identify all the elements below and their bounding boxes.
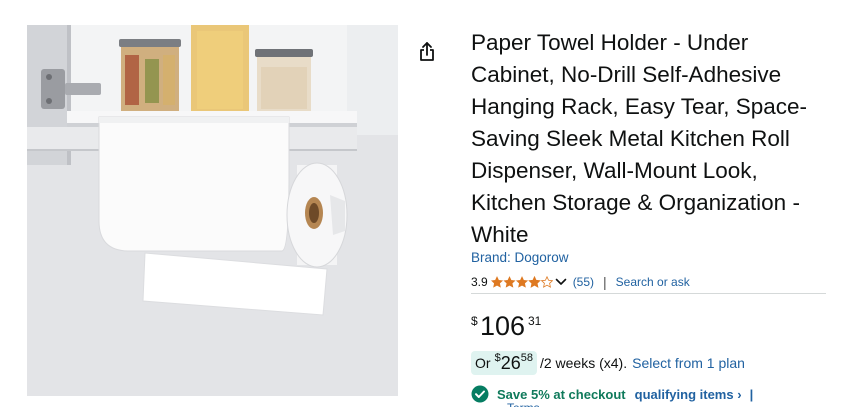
search-or-ask-link[interactable]: Search or ask bbox=[616, 275, 690, 289]
price-whole: 106 bbox=[480, 311, 526, 341]
product-image[interactable] bbox=[27, 25, 398, 396]
coupon-row: Save 5% at checkout qualifying items › | bbox=[471, 384, 753, 404]
check-circle-icon bbox=[471, 385, 489, 403]
chevron-right-icon: › bbox=[737, 386, 742, 402]
installment-badge: Or $ 26 58 bbox=[471, 351, 537, 375]
installment-prefix: Or bbox=[475, 355, 491, 371]
rating-count-link[interactable]: (55) bbox=[573, 275, 594, 289]
qualifying-items-label: qualifying items bbox=[634, 386, 734, 402]
share-icon bbox=[420, 42, 434, 61]
save-text: Save 5% at checkout bbox=[497, 386, 626, 402]
installment-row: Or $ 26 58 /2 weeks (x4). Select from 1 … bbox=[471, 351, 745, 375]
installment-fraction: 58 bbox=[520, 352, 533, 364]
separator: | bbox=[603, 274, 607, 290]
brand-link[interactable]: Brand: Dogorow bbox=[471, 250, 569, 265]
chevron-down-icon bbox=[555, 278, 566, 285]
installment-whole: 26 bbox=[500, 352, 521, 373]
installment-symbol: $ bbox=[494, 352, 501, 364]
divider bbox=[471, 293, 826, 294]
price-fraction: 31 bbox=[528, 314, 542, 328]
share-button[interactable] bbox=[415, 40, 439, 64]
installment-term: /2 weeks (x4). bbox=[539, 355, 628, 371]
terms-link[interactable]: Terms bbox=[507, 402, 540, 407]
select-plan-link[interactable]: Select from 1 plan bbox=[632, 355, 745, 371]
rating-stars[interactable] bbox=[490, 275, 573, 289]
rating-value: 3.9 bbox=[471, 275, 488, 289]
rating-row: 3.9 (55) | Search or ask bbox=[471, 274, 690, 290]
stars-icon bbox=[490, 275, 553, 288]
qualifying-items-link[interactable]: qualifying items › bbox=[635, 387, 742, 402]
price-symbol: $ bbox=[471, 314, 478, 328]
product-title: Paper Towel Holder - Under Cabinet, No-D… bbox=[471, 30, 808, 247]
coupon-separator: | bbox=[749, 386, 754, 402]
product-photo bbox=[27, 25, 398, 396]
